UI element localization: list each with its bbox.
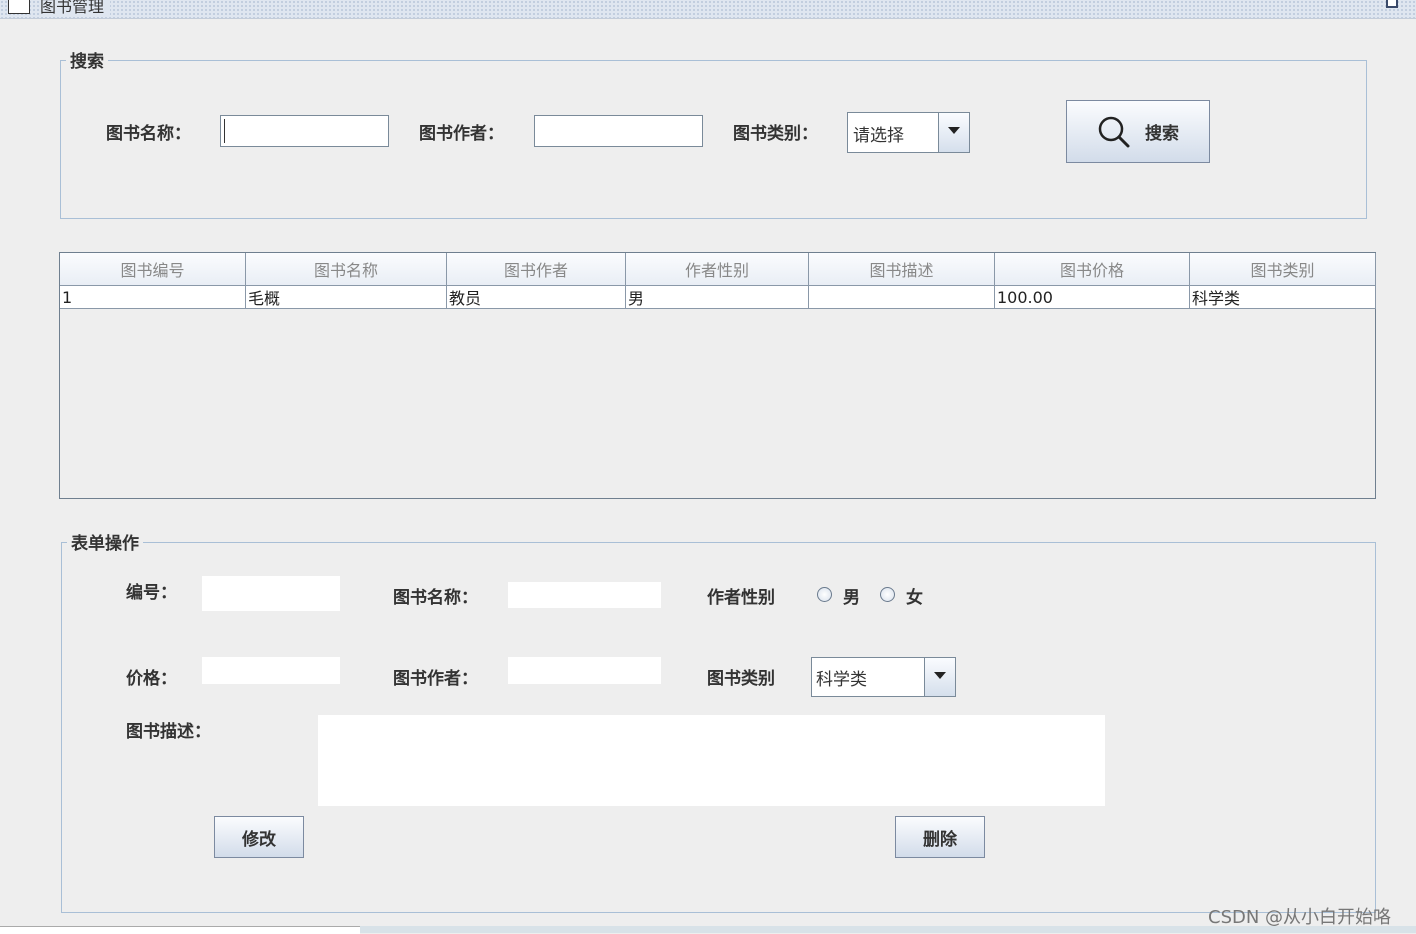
gender-radio-male-label: 男 <box>843 588 860 608</box>
form-book-name-label: 图书名称： <box>393 588 478 608</box>
form-book-author-input[interactable] <box>508 657 661 684</box>
form-desc-label: 图书描述： <box>126 722 211 742</box>
form-price-input[interactable] <box>202 657 340 684</box>
form-legend: 表单操作 <box>67 529 143 554</box>
window-menu-icon[interactable] <box>8 0 30 14</box>
search-book-type-select[interactable]: 请选择 <box>847 112 970 153</box>
form-gender-label: 作者性别 <box>707 588 775 608</box>
chevron-down-icon[interactable] <box>938 113 969 152</box>
column-header-name[interactable]: 图书名称 <box>246 253 447 286</box>
column-header-author[interactable]: 图书作者 <box>447 253 626 286</box>
table-cell[interactable]: 100.00 <box>995 286 1190 309</box>
window-titlebar <box>0 0 1416 19</box>
watermark: CSDN @从小白开始咯 <box>1208 907 1392 928</box>
text-caret <box>224 119 225 143</box>
search-book-name-input[interactable] <box>220 115 389 147</box>
form-book-type-value: 科学类 <box>816 670 867 690</box>
form-book-author-label: 图书作者： <box>393 669 478 689</box>
column-header-id[interactable]: 图书编号 <box>60 253 246 286</box>
gender-radio-male[interactable] <box>817 587 832 602</box>
form-id-label: 编号： <box>126 583 177 603</box>
window-restore-icon[interactable] <box>1386 0 1398 8</box>
window-title: 图书管理 <box>40 0 111 17</box>
column-header-price[interactable]: 图书价格 <box>995 253 1190 286</box>
gender-radio-female-label: 女 <box>906 588 923 608</box>
chevron-down-icon[interactable] <box>924 658 955 696</box>
search-legend: 搜索 <box>66 47 108 72</box>
form-id-input[interactable] <box>202 576 340 611</box>
gender-radio-female[interactable] <box>880 587 895 602</box>
form-book-type-label: 图书类别 <box>707 669 775 689</box>
search-book-type-label: 图书类别： <box>733 124 818 144</box>
column-header-desc[interactable]: 图书描述 <box>809 253 995 286</box>
table-cell[interactable]: 男 <box>626 286 809 309</box>
search-button[interactable]: 搜索 <box>1066 100 1210 163</box>
form-desc-textarea[interactable] <box>318 715 1105 806</box>
books-table[interactable]: 图书编号 图书名称 图书作者 作者性别 图书描述 图书价格 图书类别 1 毛概 … <box>59 252 1376 499</box>
form-price-label: 价格： <box>126 669 177 689</box>
table-cell[interactable] <box>809 286 995 309</box>
search-book-type-value: 请选择 <box>853 126 904 146</box>
form-book-type-select[interactable]: 科学类 <box>811 657 956 697</box>
modify-button[interactable]: 修改 <box>214 816 304 858</box>
search-book-name-label: 图书名称： <box>106 124 191 144</box>
table-cell[interactable]: 科学类 <box>1190 286 1376 309</box>
search-book-author-input[interactable] <box>534 115 703 147</box>
column-header-type[interactable]: 图书类别 <box>1190 253 1376 286</box>
delete-button[interactable]: 删除 <box>895 816 985 858</box>
table-cell[interactable]: 毛概 <box>246 286 447 309</box>
table-cell[interactable]: 教员 <box>447 286 626 309</box>
search-icon <box>1098 116 1130 147</box>
form-book-name-input[interactable] <box>508 582 661 608</box>
search-button-label: 搜索 <box>1145 124 1179 144</box>
column-header-gender[interactable]: 作者性别 <box>626 253 809 286</box>
table-cell[interactable]: 1 <box>60 286 246 309</box>
search-book-author-label: 图书作者： <box>419 124 504 144</box>
